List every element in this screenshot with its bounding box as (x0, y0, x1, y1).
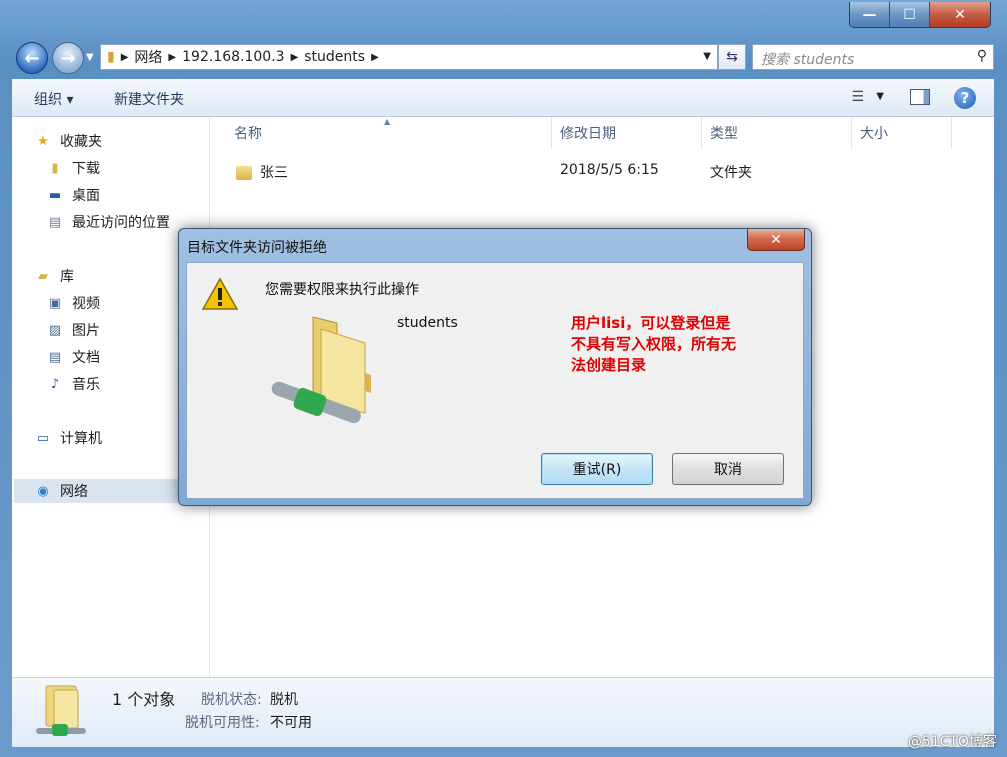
library-icon: ▰ (38, 268, 48, 284)
dialog-folder-name: students (397, 315, 458, 331)
nav-favorites[interactable]: ★ 收藏夹 (34, 129, 102, 153)
organize-button[interactable]: 组织 ▾ (34, 89, 73, 109)
network-folder-icon (36, 685, 86, 736)
nav-videos[interactable]: ▣ 视频 (46, 291, 100, 315)
close-icon: ✕ (770, 231, 782, 248)
dialog-title: 目标文件夹访问被拒绝 (187, 240, 327, 256)
column-header-type[interactable]: 类型 (702, 117, 852, 149)
access-denied-dialog: 目标文件夹访问被拒绝 ✕ 您需要权限来执行此操作 students 用户lisi… (178, 228, 812, 506)
file-row-name[interactable]: 张三 (236, 162, 288, 182)
chevron-right-icon[interactable]: ▶ (291, 52, 299, 63)
search-placeholder: 搜索 students (761, 52, 855, 68)
search-icon[interactable]: ⚲ (977, 48, 987, 64)
details-pane: 1 个对象 脱机状态: 脱机 脱机可用性: 不可用 (12, 677, 994, 747)
cancel-button[interactable]: 取消 (672, 453, 784, 485)
column-header-size[interactable]: 大小 (852, 117, 952, 149)
chevron-right-icon[interactable]: ▶ (371, 52, 379, 63)
video-icon: ▣ (48, 295, 62, 311)
dialog-body: 您需要权限来执行此操作 students 用户lisi，可以登录但是不具有写入权… (186, 262, 804, 499)
recent-pages-dropdown[interactable]: ▼ (86, 52, 94, 63)
folder-icon (236, 166, 252, 180)
chevron-down-icon[interactable]: ▼ (876, 91, 884, 102)
watermark: @51CTO博客 (907, 734, 997, 750)
chevron-right-icon[interactable]: ▶ (121, 52, 129, 63)
network-icon: ◉ (37, 483, 49, 499)
file-row-type: 文件夹 (710, 165, 752, 181)
network-folder-icon (271, 316, 371, 424)
arrow-right-icon: → (60, 47, 76, 69)
minimize-button[interactable]: — (850, 2, 890, 27)
pictures-icon: ▨ (48, 322, 62, 338)
column-header-modified[interactable]: 修改日期 (552, 117, 702, 149)
chevron-down-icon[interactable]: ▼ (703, 51, 711, 62)
forward-button[interactable]: → (52, 42, 84, 74)
close-button[interactable]: ✕ (930, 2, 990, 27)
view-options-icon[interactable]: ☰ (851, 89, 864, 105)
documents-icon: ▤ (48, 349, 62, 365)
annotation-text: 用户lisi，可以登录但是不具有写入权限，所有无法创建目录 (571, 314, 737, 374)
new-folder-button[interactable]: 新建文件夹 (114, 89, 184, 109)
chevron-right-icon[interactable]: ▶ (168, 52, 176, 63)
file-row-modified: 2018/5/5 6:15 (560, 162, 659, 178)
desktop-icon: ▬ (48, 187, 62, 203)
nav-libraries[interactable]: ▰ 库 (34, 264, 74, 288)
nav-recent-places[interactable]: ▤ 最近访问的位置 (46, 210, 170, 234)
music-icon: ♪ (50, 376, 60, 392)
downloads-folder-icon: ▮ (51, 160, 59, 176)
search-input[interactable]: 搜索 students ⚲ (752, 44, 994, 70)
star-icon: ★ (37, 133, 49, 149)
offline-status-value: 脱机 (270, 692, 298, 708)
network-location-icon: ▮ (107, 49, 115, 65)
arrow-left-icon: ← (24, 47, 40, 69)
item-count: 1 个对象 (112, 690, 176, 709)
dialog-close-button[interactable]: ✕ (747, 229, 805, 251)
offline-status-label: 脱机状态: (201, 692, 262, 708)
offline-availability-value: 不可用 (270, 715, 312, 731)
nav-downloads[interactable]: ▮ 下载 (46, 156, 100, 180)
nav-documents[interactable]: ▤ 文档 (46, 345, 100, 369)
computer-icon: ▭ (36, 430, 50, 446)
recent-places-icon: ▤ (48, 214, 62, 230)
refresh-icon: ⇆ (726, 49, 738, 65)
nav-music[interactable]: ♪ 音乐 (46, 372, 100, 396)
refresh-button[interactable]: ⇆ (718, 44, 746, 70)
nav-desktop[interactable]: ▬ 桌面 (46, 183, 100, 207)
dialog-message: 您需要权限来执行此操作 (265, 282, 419, 298)
preview-pane-button[interactable] (910, 89, 930, 105)
help-icon[interactable]: ? (954, 87, 976, 109)
warning-icon (201, 277, 239, 310)
command-bar: 组织 ▾ 新建文件夹 ☰ ▼ ? (12, 79, 994, 117)
offline-availability-label: 脱机可用性: (185, 715, 260, 731)
nav-computer[interactable]: ▭ 计算机 (34, 426, 102, 450)
maximize-button[interactable]: ☐ (890, 2, 930, 27)
caption-buttons: — ☐ ✕ (849, 2, 991, 28)
breadcrumb-students[interactable]: students (298, 49, 371, 65)
sort-ascending-icon: ▲ (384, 117, 391, 126)
retry-button[interactable]: 重试(R) (541, 453, 653, 485)
breadcrumb-network[interactable]: 网络 (128, 47, 168, 67)
address-bar[interactable]: ▮ ▶ 网络 ▶ 192.168.100.3 ▶ students ▶ ▼ (100, 44, 718, 70)
breadcrumb-host[interactable]: 192.168.100.3 (176, 49, 290, 65)
nav-pictures[interactable]: ▨ 图片 (46, 318, 100, 342)
back-button[interactable]: ← (16, 42, 48, 74)
